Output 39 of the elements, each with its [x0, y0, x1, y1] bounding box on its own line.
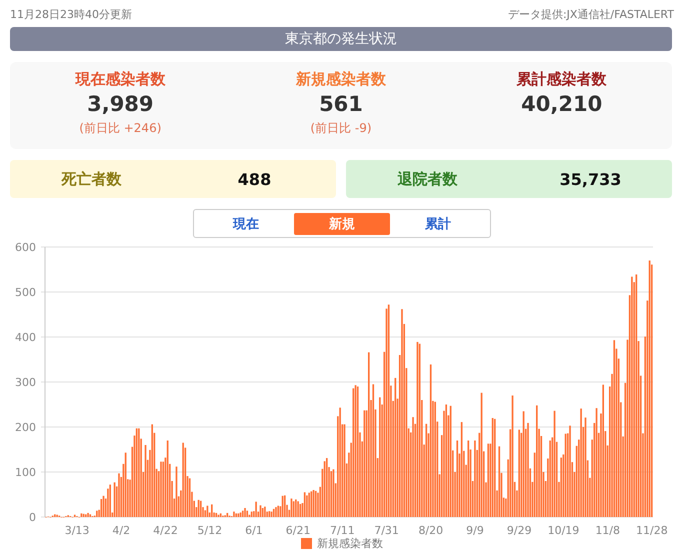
stat-label: 新規感染者数 [296, 69, 386, 89]
axis-label: 11/28 [636, 524, 668, 536]
axis-label: 5/12 [197, 524, 222, 536]
total-value: 35,733 [560, 170, 622, 188]
axis-label: 6/21 [286, 524, 310, 536]
axis-label: 7/11 [330, 524, 355, 536]
axis-label: 8/20 [418, 524, 444, 536]
total-value: 488 [238, 170, 272, 188]
axis-label: 9/9 [466, 524, 484, 536]
axis-label: 10/19 [548, 524, 580, 536]
tab[interactable]: 現在 [198, 212, 294, 234]
axis-label: 100 [15, 466, 36, 479]
stat-value: 3,989 [87, 91, 154, 118]
stat-label: 現在感染者数 [75, 69, 166, 89]
stat-change: (前日比 +246) [79, 120, 162, 137]
legend-label: 新規感染者数 [317, 536, 383, 551]
total-label: 退院者数 [398, 170, 458, 188]
axis-label: 6/1 [245, 524, 263, 536]
update-time: 11月28日23時40分更新 [10, 6, 132, 22]
axis-label: 4/22 [153, 524, 178, 536]
stat-value: 40,210 [521, 91, 602, 118]
tab[interactable]: 累計 [390, 212, 486, 234]
stat-label: 累計感染者数 [516, 69, 607, 89]
axis-label: 9/29 [506, 524, 532, 536]
stat-value: 561 [319, 91, 363, 118]
axis-label: 300 [15, 376, 36, 389]
axis-label: 500 [15, 286, 36, 299]
axis-label: 400 [15, 331, 36, 344]
axis-label: 11/8 [595, 524, 620, 536]
axis-label: 4/2 [112, 524, 130, 536]
axis-label: 0 [29, 511, 36, 524]
axis-label: 3/13 [64, 524, 90, 536]
total-label: 死亡者数 [62, 170, 122, 188]
stat-change: (前日比 -9) [310, 120, 372, 137]
data-source: データ提供:JX通信社/FASTALERT [508, 6, 674, 22]
axis-label: 200 [15, 421, 36, 434]
axis-label: 600 [15, 241, 36, 254]
axis-label: 7/31 [374, 524, 399, 536]
section-title: 東京都の発生状況 [10, 27, 672, 51]
